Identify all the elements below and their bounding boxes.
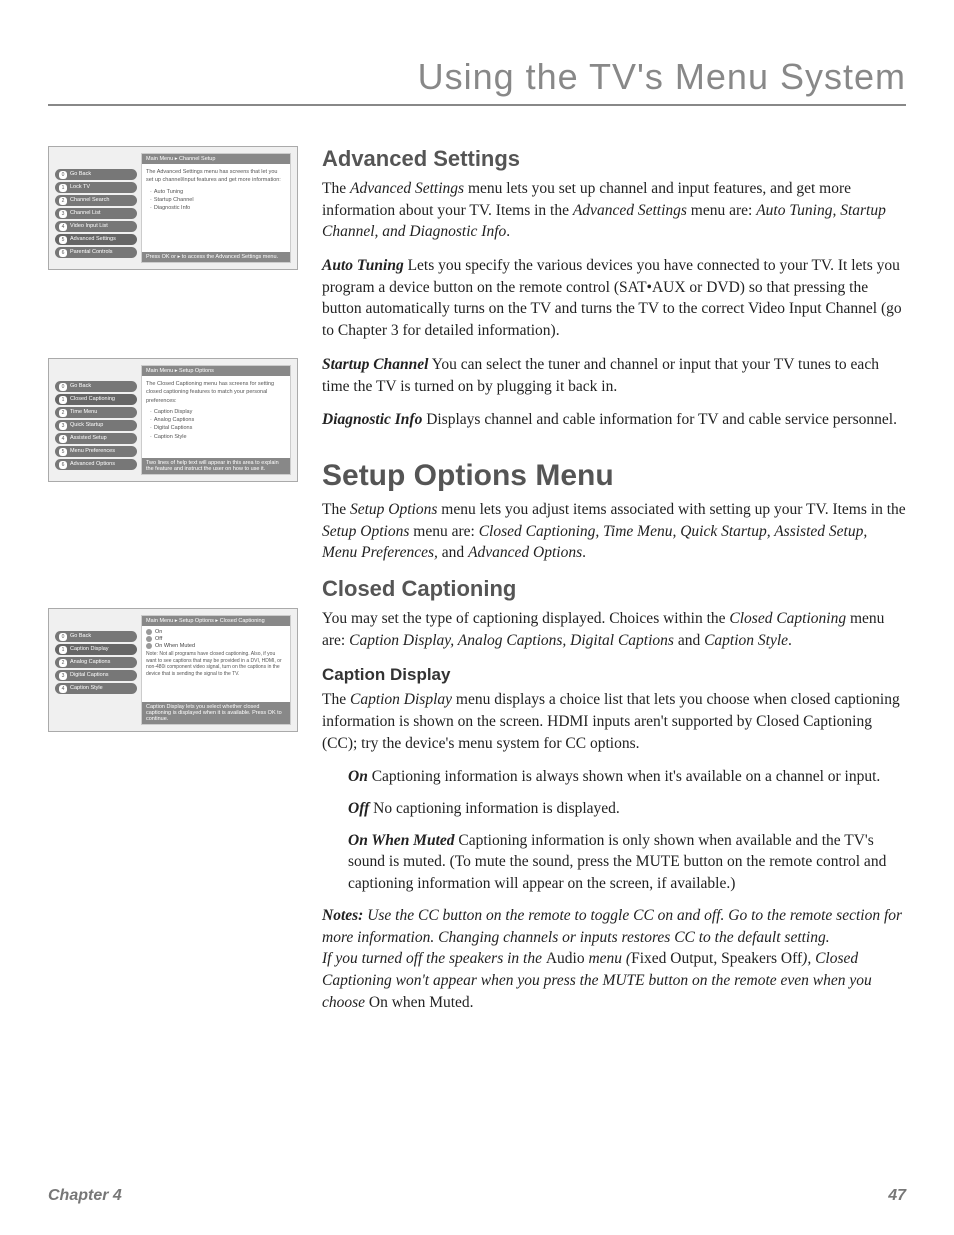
def-on-when-muted: On When Muted Captioning information is …: [348, 830, 906, 895]
screenshot-advanced-settings: 0Go Back 1Lock TV 2Channel Search 3Chann…: [48, 146, 298, 270]
heading-closed-captioning: Closed Captioning: [322, 576, 906, 602]
footer-chapter: Chapter 4: [48, 1187, 122, 1205]
page-title: Using the TV's Menu System: [48, 56, 906, 106]
def-off: Off No captioning information is display…: [348, 798, 906, 820]
heading-caption-display: Caption Display: [322, 665, 906, 685]
screenshot-caption-display: 0Go Back 1Caption Display 2Analog Captio…: [48, 608, 298, 732]
notes-block: Notes: Use the CC button on the remote t…: [322, 905, 906, 1013]
heading-advanced-settings: Advanced Settings: [322, 146, 906, 172]
para-startup-channel: Startup Channel You can select the tuner…: [322, 354, 906, 397]
footer-page: 47: [888, 1187, 906, 1205]
para-setup-intro: The Setup Options menu lets you adjust i…: [322, 499, 906, 564]
para-caption-display-intro: The Caption Display menu displays a choi…: [322, 689, 906, 754]
screenshot-setup-options: 0Go Back 1Closed Captioning 2Time Menu 3…: [48, 358, 298, 482]
def-on: On Captioning information is always show…: [348, 766, 906, 788]
para-cc-intro: You may set the type of captioning displ…: [322, 608, 906, 651]
heading-setup-options: Setup Options Menu: [322, 459, 906, 493]
para-diagnostic-info: Diagnostic Info Displays channel and cab…: [322, 409, 906, 431]
para-auto-tuning: Auto Tuning Lets you specify the various…: [322, 255, 906, 342]
para-advanced-intro: The Advanced Settings menu lets you set …: [322, 178, 906, 243]
